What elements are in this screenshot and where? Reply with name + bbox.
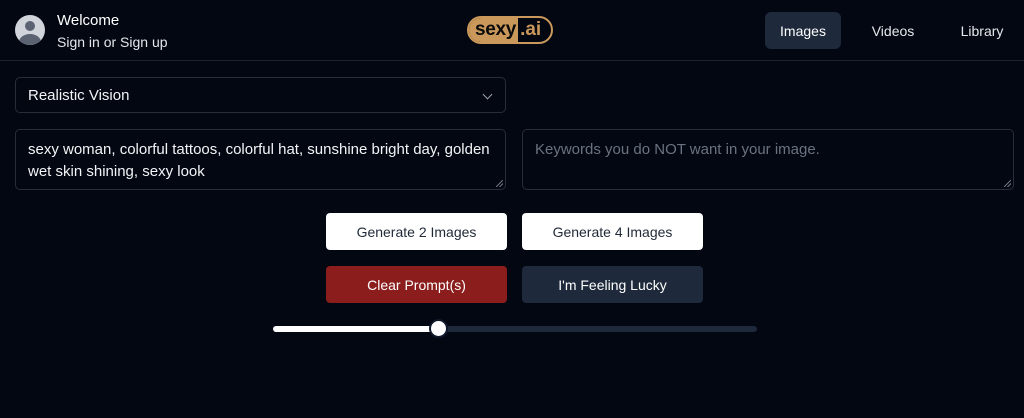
- signin-link[interactable]: Sign in or Sign up: [57, 34, 168, 50]
- nav-library[interactable]: Library: [946, 12, 1018, 49]
- generate-2-images-button[interactable]: Generate 2 Images: [326, 213, 507, 250]
- logo-text-ai: .ai: [520, 19, 542, 40]
- feeling-lucky-button[interactable]: I'm Feeling Lucky: [522, 266, 703, 303]
- generate-4-images-button[interactable]: Generate 4 Images: [522, 213, 703, 250]
- resize-handle-icon[interactable]: [496, 180, 503, 187]
- welcome-text: Welcome: [57, 12, 120, 29]
- logo-text-sexy: sexy: [469, 18, 519, 42]
- slider-fill: [273, 326, 438, 332]
- negative-prompt-input[interactable]: Keywords you do NOT want in your image.: [522, 129, 1014, 190]
- negative-prompt-placeholder: Keywords you do NOT want in your image.: [535, 141, 820, 158]
- slider-thumb[interactable]: [428, 319, 448, 338]
- model-select-value: Realistic Vision: [28, 86, 130, 104]
- prompt-input[interactable]: sexy woman, colorful tattoos, colorful h…: [15, 129, 506, 190]
- sexy-ai-logo[interactable]: sexy .ai: [467, 16, 553, 44]
- avatar-icon[interactable]: [15, 15, 45, 45]
- image-count-slider[interactable]: [273, 319, 757, 338]
- prompt-input-value: sexy woman, colorful tattoos, colorful h…: [28, 141, 490, 180]
- nav-images[interactable]: Images: [765, 12, 841, 49]
- nav-videos[interactable]: Videos: [856, 12, 930, 49]
- clear-prompt-button[interactable]: Clear Prompt(s): [326, 266, 507, 303]
- chevron-down-icon: [482, 89, 493, 100]
- resize-handle-icon[interactable]: [1004, 180, 1011, 187]
- top-header: Welcome Sign in or Sign up sexy .ai Imag…: [0, 0, 1024, 61]
- model-select[interactable]: Realistic Vision: [15, 77, 506, 113]
